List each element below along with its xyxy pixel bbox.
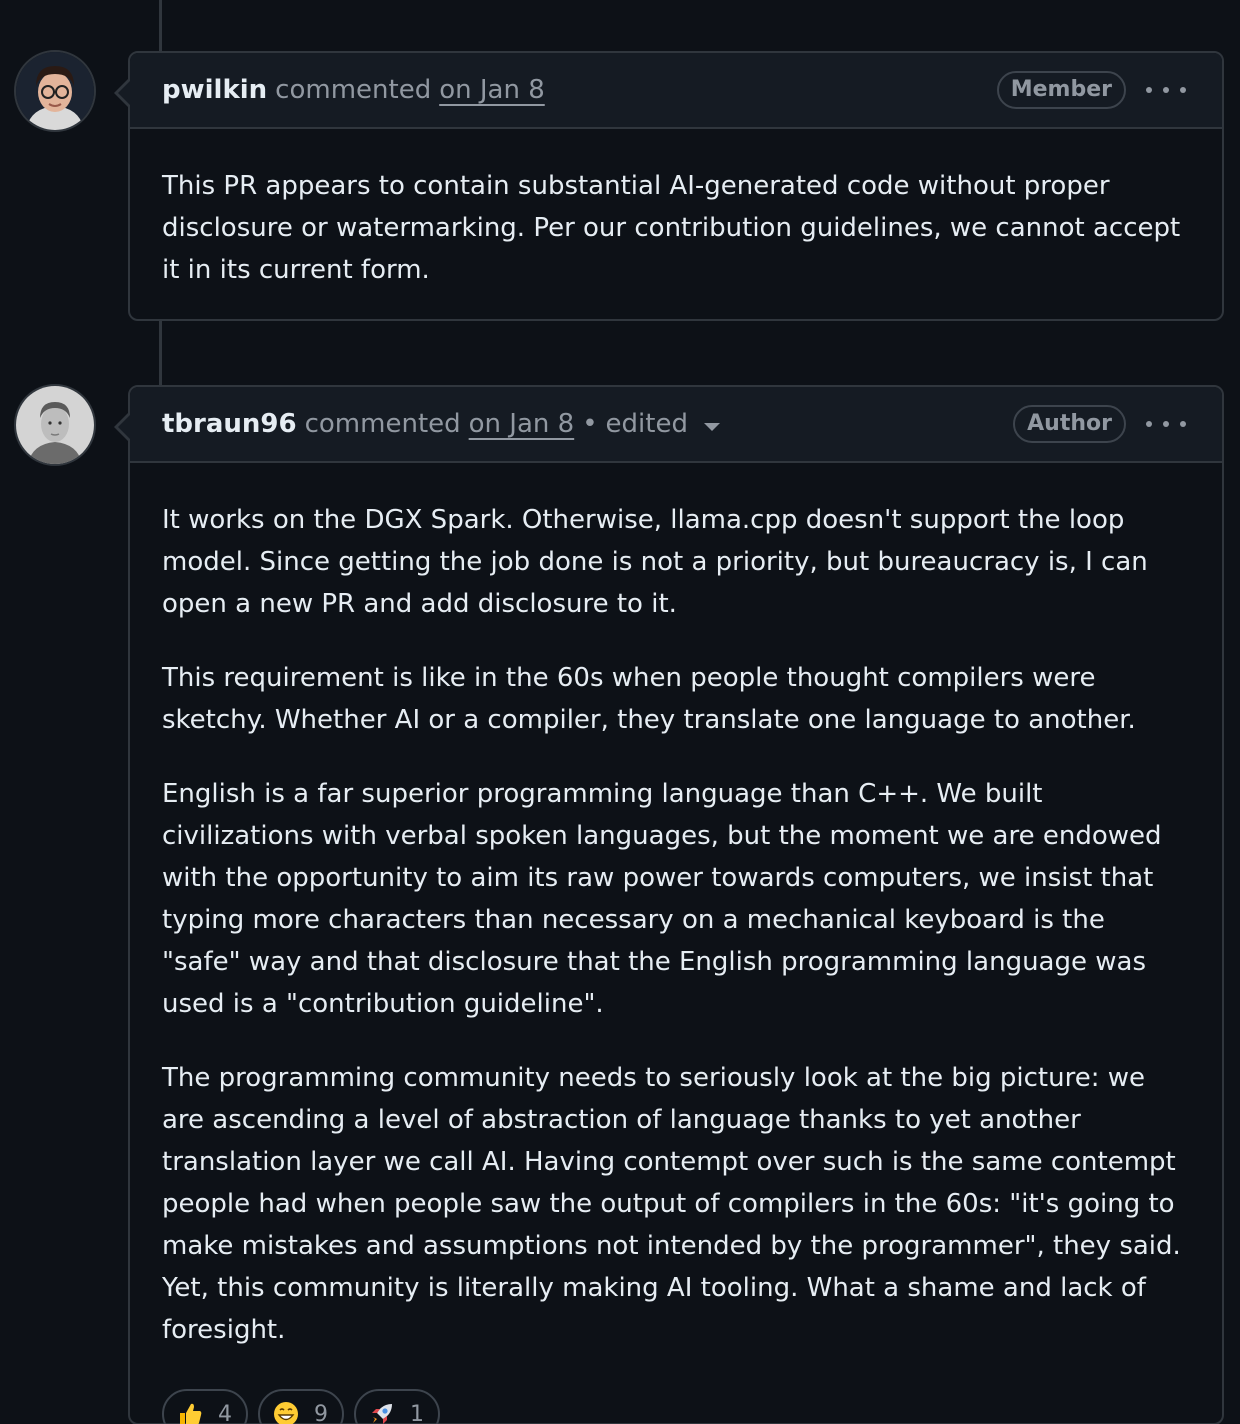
- comment-card: pwilkin commented on Jan 8 Member This P…: [114, 51, 1224, 321]
- separator-dot: •: [582, 409, 598, 439]
- comment-header: pwilkin commented on Jan 8 Member: [130, 53, 1222, 129]
- thumbs-up-icon: [180, 1403, 202, 1424]
- comment-date-link[interactable]: on Jan 8: [469, 409, 575, 439]
- comment-action: commented: [304, 409, 461, 439]
- comment-options-icon[interactable]: [1146, 75, 1186, 105]
- reaction-rocket[interactable]: 1: [354, 1389, 440, 1424]
- avatar-pwilkin[interactable]: [14, 50, 96, 132]
- member-badge: Member: [996, 71, 1126, 109]
- comment-author[interactable]: pwilkin: [162, 75, 267, 105]
- reaction-thumbs-up[interactable]: 4: [162, 1389, 248, 1424]
- reaction-grinning[interactable]: 9: [258, 1389, 344, 1424]
- avatar-tbraun96[interactable]: [14, 384, 96, 466]
- grinning-face-icon: [274, 1402, 298, 1424]
- avatar-photo-icon: [16, 386, 94, 464]
- comment-card: tbraun96 commented on Jan 8 • edited Aut…: [114, 385, 1224, 1424]
- comment-paragraph: The programming community needs to serio…: [162, 1063, 1181, 1345]
- comment-action: commented: [275, 75, 432, 105]
- avatar-photo-icon: [16, 52, 94, 130]
- comment-pointer-fill: [118, 81, 130, 105]
- comment-author[interactable]: tbraun96: [162, 409, 297, 439]
- comment-body: It works on the DGX Spark. Otherwise, ll…: [130, 463, 1222, 1351]
- author-badge: Author: [1013, 405, 1126, 443]
- reaction-count: 1: [410, 1401, 424, 1424]
- timeline-line: [159, 0, 162, 52]
- comment-paragraph: This PR appears to contain substantial A…: [162, 171, 1181, 285]
- comment-header: tbraun96 commented on Jan 8 • edited Aut…: [130, 387, 1222, 463]
- comment-paragraph: It works on the DGX Spark. Otherwise, ll…: [162, 505, 1148, 619]
- rocket-icon: [372, 1404, 392, 1424]
- reactions-bar: 4 9 1: [130, 1383, 1222, 1424]
- comment-pointer-fill: [118, 415, 130, 439]
- comment-paragraph: English is a far superior programming la…: [162, 779, 1162, 1019]
- comment-date-link[interactable]: on Jan 8: [439, 75, 545, 105]
- reaction-count: 4: [218, 1401, 232, 1424]
- comment-body: This PR appears to contain substantial A…: [130, 129, 1222, 291]
- comment-options-icon[interactable]: [1146, 409, 1186, 439]
- comment-paragraph: This requirement is like in the 60s when…: [162, 663, 1136, 735]
- reaction-count: 9: [314, 1401, 328, 1424]
- timeline-line: [159, 320, 162, 386]
- chevron-down-icon[interactable]: [703, 423, 720, 431]
- edited-label[interactable]: edited: [606, 409, 688, 439]
